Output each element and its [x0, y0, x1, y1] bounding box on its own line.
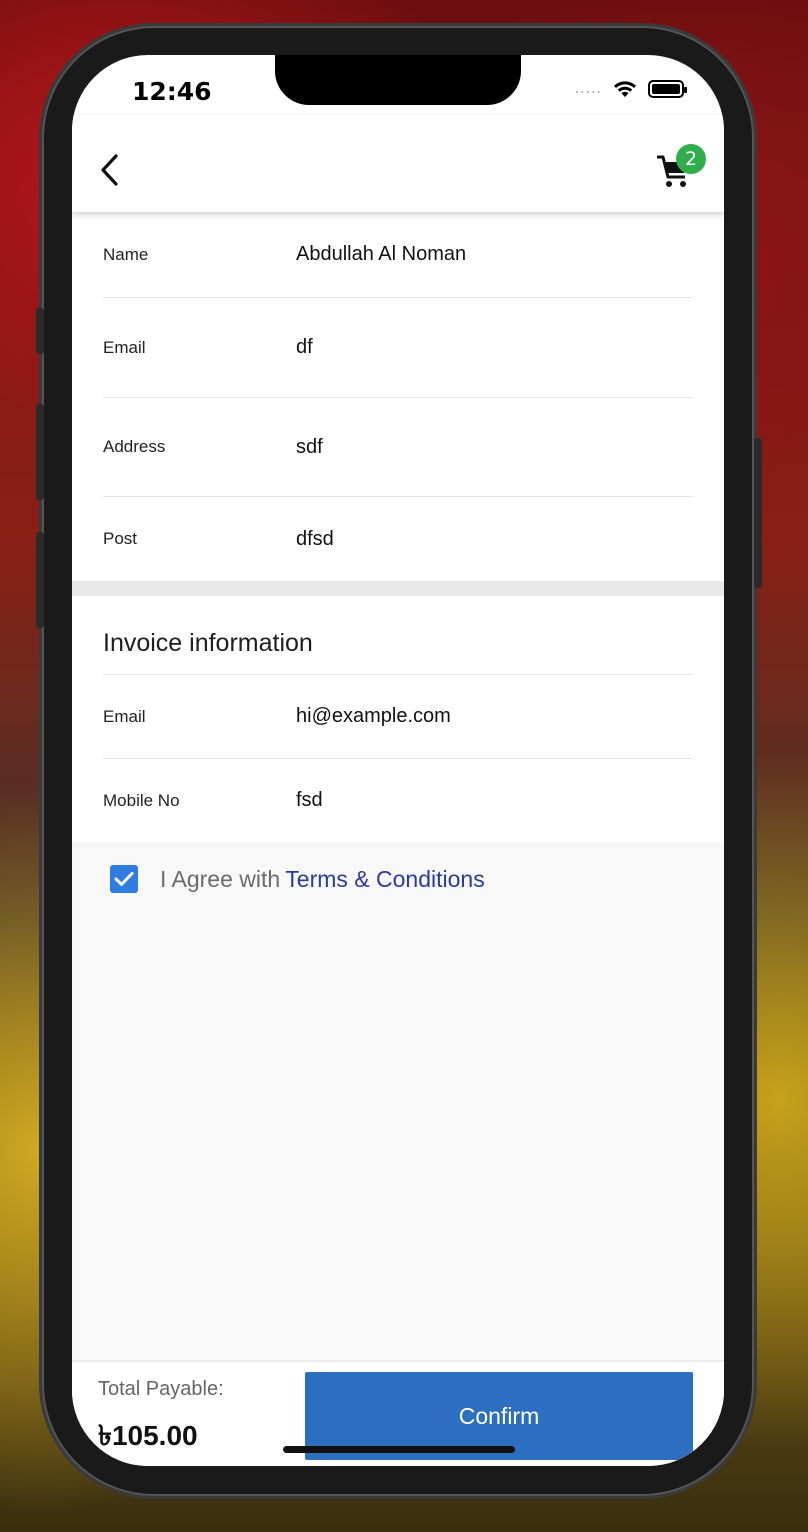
- form-row-name[interactable]: Name Abdullah Al Noman: [103, 212, 693, 298]
- agree-prefix: I Agree with: [160, 865, 281, 892]
- address-label: Address: [103, 437, 166, 456]
- terms-agreement: I Agree with Terms & Conditions: [110, 865, 485, 893]
- battery-icon: [648, 80, 687, 98]
- invoice-email-label: Email: [103, 706, 146, 726]
- address-value[interactable]: sdf: [296, 436, 323, 459]
- volume-up-button: [36, 404, 44, 500]
- terms-link[interactable]: Terms & Conditions: [285, 866, 484, 892]
- content-background: [72, 842, 724, 1360]
- top-navbar: 2: [72, 115, 724, 212]
- name-value[interactable]: Abdullah Al Noman: [296, 243, 466, 266]
- mobile-value[interactable]: fsd: [296, 789, 323, 812]
- app-screen: 12:46 ..... 2 Name Abdullah Al Noman Ema…: [72, 55, 724, 1466]
- invoice-email-value[interactable]: hi@example.com: [296, 705, 451, 728]
- name-label: Name: [103, 244, 149, 264]
- agree-checkbox[interactable]: [110, 865, 138, 893]
- invoice-section-title: Invoice information: [103, 629, 313, 657]
- cart-count-badge: 2: [676, 144, 706, 174]
- signal-dots: .....: [574, 81, 602, 97]
- wifi-icon: [614, 81, 636, 97]
- post-value[interactable]: dfsd: [296, 528, 334, 551]
- total-payable-amount: ৳105.00: [98, 1420, 198, 1451]
- post-label: Post: [103, 529, 138, 548]
- agree-text: I Agree with Terms & Conditions: [160, 866, 485, 893]
- volume-down-button: [36, 532, 44, 628]
- home-indicator[interactable]: [283, 1446, 515, 1453]
- email-label: Email: [103, 337, 146, 357]
- mobile-label: Mobile No: [103, 790, 180, 810]
- section-divider: [72, 581, 724, 596]
- mute-switch: [36, 308, 44, 354]
- status-time: 12:46: [132, 77, 212, 106]
- total-payable-label: Total Payable:: [98, 1378, 224, 1400]
- form-row-post[interactable]: Post dfsd: [103, 497, 693, 581]
- invoice-row-email[interactable]: Email hi@example.com: [103, 675, 693, 759]
- back-arrow-icon[interactable]: [96, 152, 126, 188]
- email-value[interactable]: df: [296, 336, 313, 359]
- form-row-address[interactable]: Address sdf: [103, 398, 693, 497]
- checkmark-icon: [114, 872, 134, 886]
- status-icons: .....: [574, 79, 687, 99]
- form-row-email[interactable]: Email df: [103, 298, 693, 398]
- invoice-row-mobile[interactable]: Mobile No fsd: [103, 759, 693, 842]
- notch: [275, 55, 521, 105]
- power-button: [754, 438, 762, 588]
